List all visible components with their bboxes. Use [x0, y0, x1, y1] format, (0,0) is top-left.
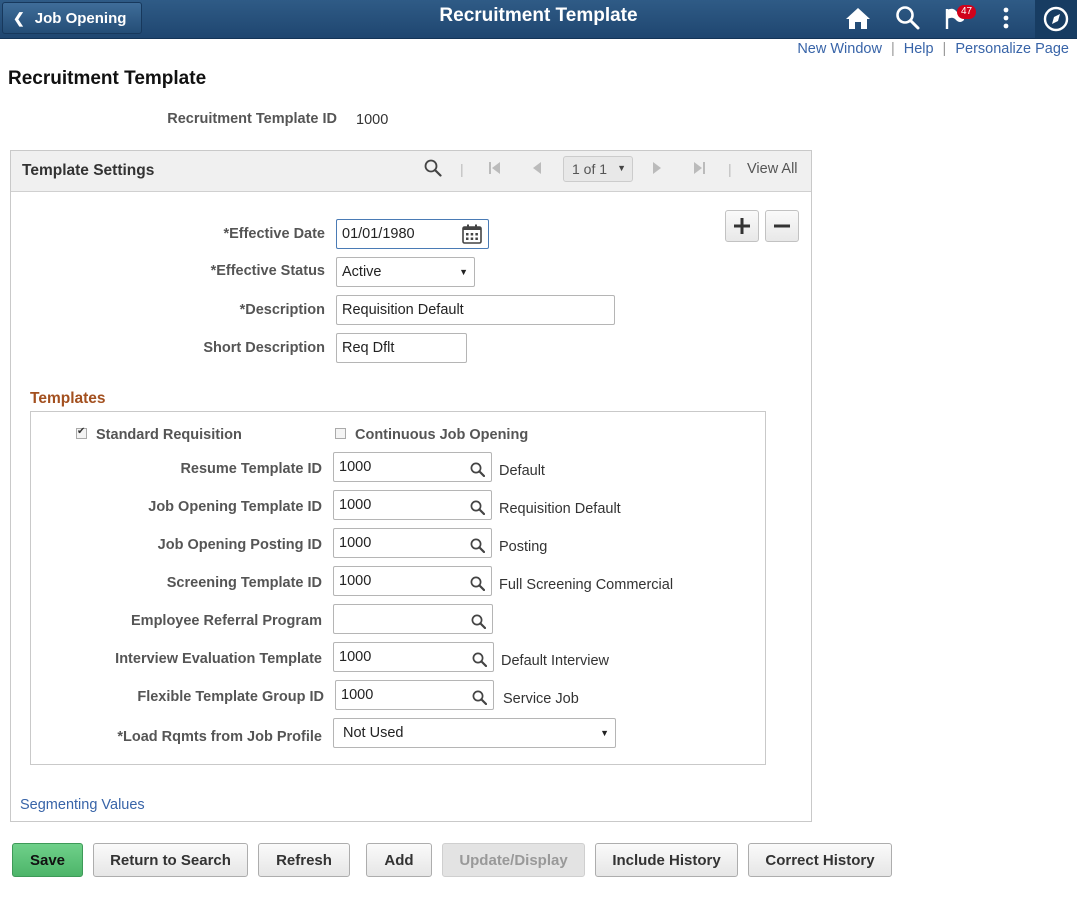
short-description-input[interactable]: Req Dflt [336, 333, 467, 363]
navbar-button[interactable] [1035, 0, 1077, 38]
template-row-description: Posting [499, 539, 548, 555]
flexible-template-group-id-input[interactable]: 1000 [335, 680, 494, 710]
delete-row-button[interactable] [765, 210, 799, 242]
template-row-label: Interview Evaluation Template [115, 651, 322, 667]
pager-divider: | [728, 161, 732, 177]
top-links: New Window | Help | Personalize Page [797, 41, 1069, 57]
include-history-button[interactable]: Include History [595, 843, 738, 877]
lookup-search-icon[interactable] [472, 687, 488, 715]
template-id-value: 1000 [356, 112, 389, 128]
description-label: *Description [239, 302, 325, 318]
effective-date-value: 01/01/1980 [342, 226, 415, 242]
template-row-value: 1000 [339, 497, 372, 513]
template-row-description: Requisition Default [499, 501, 621, 517]
minus-icon [774, 224, 790, 228]
row-selector-value: 1 of 1 [572, 161, 608, 177]
effective-date-label: *Effective Date [223, 226, 325, 242]
template-row-label: Screening Template ID [166, 575, 322, 591]
lookup-search-icon[interactable] [470, 459, 486, 487]
employee-referral-program-input[interactable] [333, 604, 493, 634]
segmenting-values-link[interactable]: Segmenting Values [20, 797, 145, 813]
save-button[interactable]: Save [12, 843, 83, 877]
plus-icon [734, 218, 750, 234]
short-description-label: Short Description [203, 340, 325, 356]
update-display-button[interactable]: Update/Display [442, 843, 585, 877]
return-to-search-button[interactable]: Return to Search [93, 843, 248, 877]
templates-section-title: Templates [30, 390, 106, 407]
next-row-icon[interactable] [652, 161, 662, 178]
header-banner: ❮ Job Opening Recruitment Template 47 [0, 0, 1077, 39]
help-link[interactable]: Help [904, 41, 934, 57]
standard-requisition-label: Standard Requisition [96, 427, 242, 443]
screening-template-id-input[interactable]: 1000 [333, 566, 492, 596]
effective-status-select[interactable]: Active ▼ [336, 257, 475, 287]
template-row-value: 1000 [339, 573, 372, 589]
template-id-label: Recruitment Template ID [167, 111, 337, 127]
page-title: Recruitment Template [8, 68, 207, 89]
template-row-description: Default Interview [501, 653, 609, 669]
link-separator: | [942, 41, 947, 57]
navbar-compass-icon [1043, 6, 1069, 32]
interview-evaluation-template-input[interactable]: 1000 [333, 642, 494, 672]
notification-count-badge: 47 [957, 5, 977, 19]
template-row-description: Service Job [503, 691, 579, 707]
add-button[interactable]: Add [366, 843, 432, 877]
lookup-search-icon[interactable] [470, 497, 486, 525]
description-value: Requisition Default [342, 302, 464, 318]
job-opening-posting-id-input[interactable]: 1000 [333, 528, 492, 558]
pager-divider: | [460, 161, 464, 177]
view-all-link[interactable]: View All [747, 161, 798, 177]
load-rqmts-select[interactable]: Not Used ▼ [333, 718, 616, 748]
load-rqmts-label: *Load Rqmts from Job Profile [117, 729, 322, 745]
description-input[interactable]: Requisition Default [336, 295, 615, 325]
actions-menu-icon[interactable] [998, 4, 1014, 32]
personalize-page-link[interactable]: Personalize Page [955, 41, 1069, 57]
first-row-icon[interactable] [489, 161, 501, 178]
resume-template-id-input[interactable]: 1000 [333, 452, 492, 482]
row-selector-dropdown[interactable]: 1 of 1 ▼ [563, 156, 633, 182]
template-settings-header: Template Settings | 1 of 1 ▼ | View All [11, 151, 811, 192]
calendar-icon[interactable] [462, 224, 482, 254]
effective-status-label: *Effective Status [210, 263, 325, 279]
template-row-label: Employee Referral Program [131, 613, 322, 629]
template-row-value: 1000 [339, 535, 372, 551]
lookup-search-icon[interactable] [470, 573, 486, 601]
find-search-icon[interactable] [424, 159, 442, 180]
continuous-job-opening-checkbox[interactable] [335, 428, 346, 439]
continuous-job-opening-label: Continuous Job Opening [355, 427, 529, 443]
template-row-value: 1000 [339, 649, 372, 665]
template-row-value: 1000 [339, 459, 372, 475]
job-opening-template-id-input[interactable]: 1000 [333, 490, 492, 520]
short-description-value: Req Dflt [342, 340, 395, 356]
correct-history-button[interactable]: Correct History [748, 843, 892, 877]
template-row-description: Default [499, 463, 545, 479]
effective-date-input[interactable]: 01/01/1980 [336, 219, 489, 249]
new-window-link[interactable]: New Window [797, 41, 882, 57]
add-row-button[interactable] [725, 210, 759, 242]
previous-row-icon[interactable] [532, 161, 542, 178]
dropdown-arrow-icon: ▼ [459, 267, 468, 277]
lookup-search-icon[interactable] [472, 649, 488, 677]
load-rqmts-value: Not Used [343, 725, 404, 741]
effective-status-value: Active [342, 264, 382, 280]
template-row-value: 1000 [341, 687, 374, 703]
template-row-label: Flexible Template Group ID [137, 689, 324, 705]
template-row-description: Full Screening Commercial [499, 577, 674, 593]
standard-requisition-checkbox[interactable] [76, 426, 87, 439]
link-separator: | [890, 41, 895, 57]
last-row-icon[interactable] [693, 161, 705, 178]
template-settings-title: Template Settings [22, 162, 155, 179]
refresh-button[interactable]: Refresh [258, 843, 350, 877]
template-row-label: Job Opening Template ID [148, 499, 322, 515]
search-icon[interactable] [893, 4, 923, 32]
dropdown-arrow-icon: ▼ [617, 163, 626, 173]
template-row-label: Resume Template ID [180, 461, 322, 477]
lookup-search-icon[interactable] [470, 535, 486, 563]
template-row-label: Job Opening Posting ID [157, 537, 322, 553]
home-icon[interactable] [843, 4, 873, 32]
dropdown-arrow-icon: ▼ [600, 728, 609, 738]
lookup-search-icon[interactable] [471, 611, 487, 639]
